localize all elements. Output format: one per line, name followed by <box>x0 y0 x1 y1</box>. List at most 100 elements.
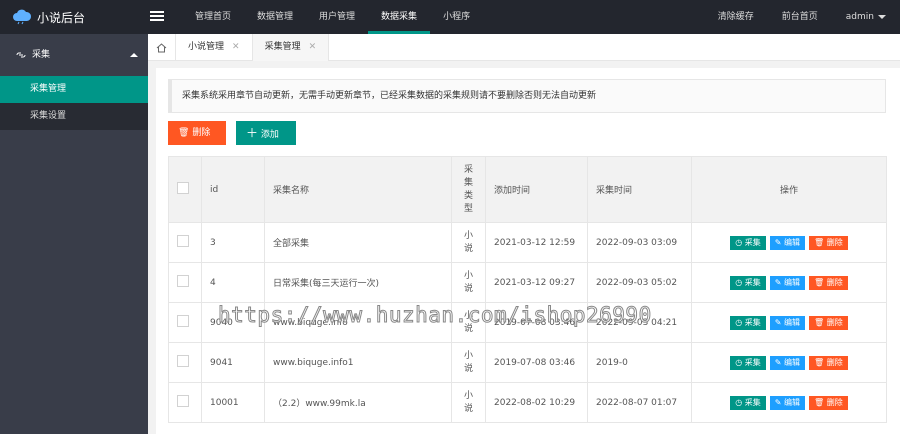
tab-label: 采集管理 <box>264 42 301 52</box>
table-row: 4 日常采集(每三天运行一次) 小说 2021-03-12 09:27 2022… <box>168 262 887 303</box>
cell-type-label: 小说 <box>463 270 473 294</box>
cell-id: 4 <box>201 262 265 303</box>
cell-name: www.biquge.info1 <box>264 342 452 383</box>
user-name: admin <box>845 12 874 22</box>
edit-button[interactable]: ✎ 编辑 <box>769 315 806 330</box>
edit-label: 编辑 <box>784 317 801 327</box>
cell-actions: ◷ 采集 ✎ 编辑 🗑 删除 <box>691 222 887 263</box>
row-checkbox-cell <box>168 342 202 383</box>
pencil-icon: ✎ <box>774 237 782 247</box>
table-header-row: id 采集名称 采集类型 添加时间 采集时间 操作 <box>168 156 887 223</box>
collect-button[interactable]: ◷ 采集 <box>730 235 766 250</box>
row-checkbox[interactable] <box>177 395 189 407</box>
cell-id: 9041 <box>201 342 265 383</box>
row-checkbox[interactable] <box>177 315 189 327</box>
add-button[interactable]: ＋ 添加 <box>236 121 296 145</box>
collect-label: 采集 <box>744 277 761 287</box>
sidebar-item-collect-manage[interactable]: 采集管理 <box>0 76 148 103</box>
clear-cache-link[interactable]: 清除缓存 <box>704 0 768 34</box>
tab-home[interactable] <box>148 34 176 61</box>
user-menu[interactable]: admin <box>832 0 900 34</box>
collect-label: 采集 <box>744 397 761 407</box>
header-collect-time: 采集时间 <box>587 156 692 223</box>
cell-actions: ◷ 采集 ✎ 编辑 🗑 删除 <box>691 302 887 343</box>
cell-collect-time: 2022-09-03 03:09 <box>587 222 692 263</box>
nav-item-home[interactable]: 管理首页 <box>182 0 244 34</box>
cell-collect-time: 2022-08-07 01:07 <box>587 382 692 423</box>
front-home-link[interactable]: 前台首页 <box>768 0 832 34</box>
close-icon[interactable]: ✕ <box>309 42 317 52</box>
row-checkbox-cell <box>168 222 202 263</box>
sidebar-item-collect-settings[interactable]: 采集设置 <box>0 103 148 130</box>
edit-button[interactable]: ✎ 编辑 <box>769 395 806 410</box>
collect-label: 采集 <box>744 317 761 327</box>
collect-button[interactable]: ◷ 采集 <box>730 355 766 370</box>
cell-type-label: 小说 <box>463 230 473 254</box>
sidebar-group-label: 采集 <box>32 50 51 60</box>
nav-item-collect[interactable]: 数据采集 <box>368 0 431 34</box>
cloud-icon <box>13 9 32 25</box>
row-delete-button[interactable]: 🗑 删除 <box>809 275 848 290</box>
row-delete-label: 删除 <box>826 277 843 287</box>
row-checkbox-cell <box>168 382 202 423</box>
clock-icon: ◷ <box>735 317 743 327</box>
plus-icon: ＋ <box>246 126 259 140</box>
collect-button[interactable]: ◷ 采集 <box>730 275 766 290</box>
table-row: 3 全部采集 小说 2021-03-12 12:59 2022-09-03 03… <box>168 222 887 263</box>
edit-button[interactable]: ✎ 编辑 <box>769 355 806 370</box>
edit-label: 编辑 <box>784 397 801 407</box>
notice-banner: 采集系统采用章节自动更新，无需手动更新章节，已经采集数据的采集规则请不要删除否则… <box>168 79 886 113</box>
cell-name: （2.2）www.99mk.la <box>264 382 452 423</box>
select-all-checkbox[interactable] <box>177 182 189 194</box>
cell-add-time: 2021-03-12 09:27 <box>485 262 588 303</box>
sidebar: 采集 采集管理 采集设置 <box>0 34 148 434</box>
top-header: 小说后台 管理首页 数据管理 用户管理 数据采集 小程序 清除缓存 前台首页 a… <box>0 0 900 34</box>
pencil-icon: ✎ <box>774 317 782 327</box>
header-type-label: 采集类型 <box>463 164 473 214</box>
header-type: 采集类型 <box>451 156 486 223</box>
nav-item-miniprogram[interactable]: 小程序 <box>430 0 483 34</box>
row-delete-label: 删除 <box>826 317 843 327</box>
clock-icon: ◷ <box>735 397 743 407</box>
row-checkbox[interactable] <box>177 275 189 287</box>
cell-collect-time: 2022-09-03 05:02 <box>587 262 692 303</box>
tab-label: 小说管理 <box>188 42 225 52</box>
collect-table: id 采集名称 采集类型 添加时间 采集时间 操作 3 全部采集 小说 2021… <box>168 156 887 423</box>
edit-button[interactable]: ✎ 编辑 <box>769 275 806 290</box>
clock-icon: ◷ <box>735 237 743 247</box>
nav-item-data[interactable]: 数据管理 <box>244 0 306 34</box>
row-delete-button[interactable]: 🗑 删除 <box>809 395 848 410</box>
top-right-menu: 清除缓存 前台首页 admin <box>704 0 900 34</box>
collect-button[interactable]: ◷ 采集 <box>730 395 766 410</box>
cell-actions: ◷ 采集 ✎ 编辑 🗑 删除 <box>691 262 887 303</box>
trash-icon: 🗑 <box>814 317 825 327</box>
header-add-time: 添加时间 <box>485 156 588 223</box>
header-checkbox-cell <box>168 156 202 223</box>
row-checkbox[interactable] <box>177 355 189 367</box>
cell-id: 10001 <box>201 382 265 423</box>
row-checkbox-cell <box>168 302 202 343</box>
home-icon <box>156 42 167 52</box>
trash-icon: 🗑 <box>814 237 825 247</box>
close-icon[interactable]: ✕ <box>232 42 240 52</box>
cell-type: 小说 <box>451 302 486 343</box>
batch-delete-button[interactable]: 🗑 删除 <box>168 121 226 145</box>
sidebar-group-collect[interactable]: 采集 <box>0 34 148 76</box>
nav-item-users[interactable]: 用户管理 <box>306 0 368 34</box>
collect-button[interactable]: ◷ 采集 <box>730 315 766 330</box>
tab-novel-manage[interactable]: 小说管理 ✕ <box>176 34 253 61</box>
cell-actions: ◷ 采集 ✎ 编辑 🗑 删除 <box>691 382 887 423</box>
edit-label: 编辑 <box>784 357 801 367</box>
row-delete-button[interactable]: 🗑 删除 <box>809 315 848 330</box>
row-delete-button[interactable]: 🗑 删除 <box>809 235 848 250</box>
row-delete-button[interactable]: 🗑 删除 <box>809 355 848 370</box>
edit-button[interactable]: ✎ 编辑 <box>769 235 806 250</box>
logo[interactable]: 小说后台 <box>0 0 148 34</box>
tab-collect-manage[interactable]: 采集管理 ✕ <box>252 34 330 61</box>
row-checkbox[interactable] <box>177 235 189 247</box>
cell-name: www.biquge.info <box>264 302 452 343</box>
cell-name: 日常采集(每三天运行一次) <box>264 262 452 303</box>
clock-icon: ◷ <box>735 357 743 367</box>
chevron-up-icon <box>130 53 138 57</box>
menu-toggle-icon[interactable] <box>150 9 164 23</box>
